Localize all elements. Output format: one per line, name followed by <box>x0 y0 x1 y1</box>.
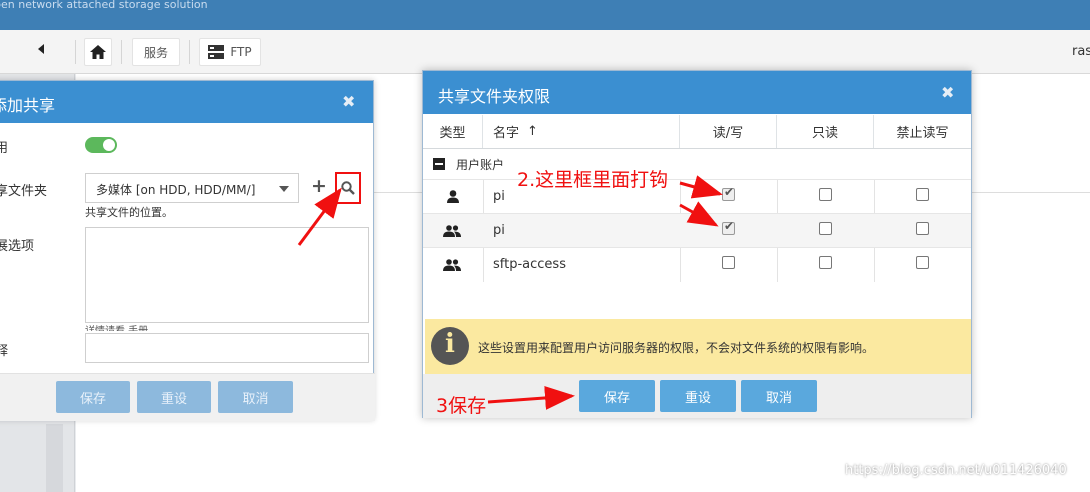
arrow-to-search <box>297 187 342 246</box>
annotation-arrows <box>297 175 723 410</box>
arrow-to-checkbox-2 <box>679 201 719 227</box>
watermark: https://blog.csdn.net/u011426040 <box>845 463 1067 478</box>
arrow-to-save <box>487 385 575 410</box>
arrow-to-checkbox-1 <box>679 175 723 199</box>
